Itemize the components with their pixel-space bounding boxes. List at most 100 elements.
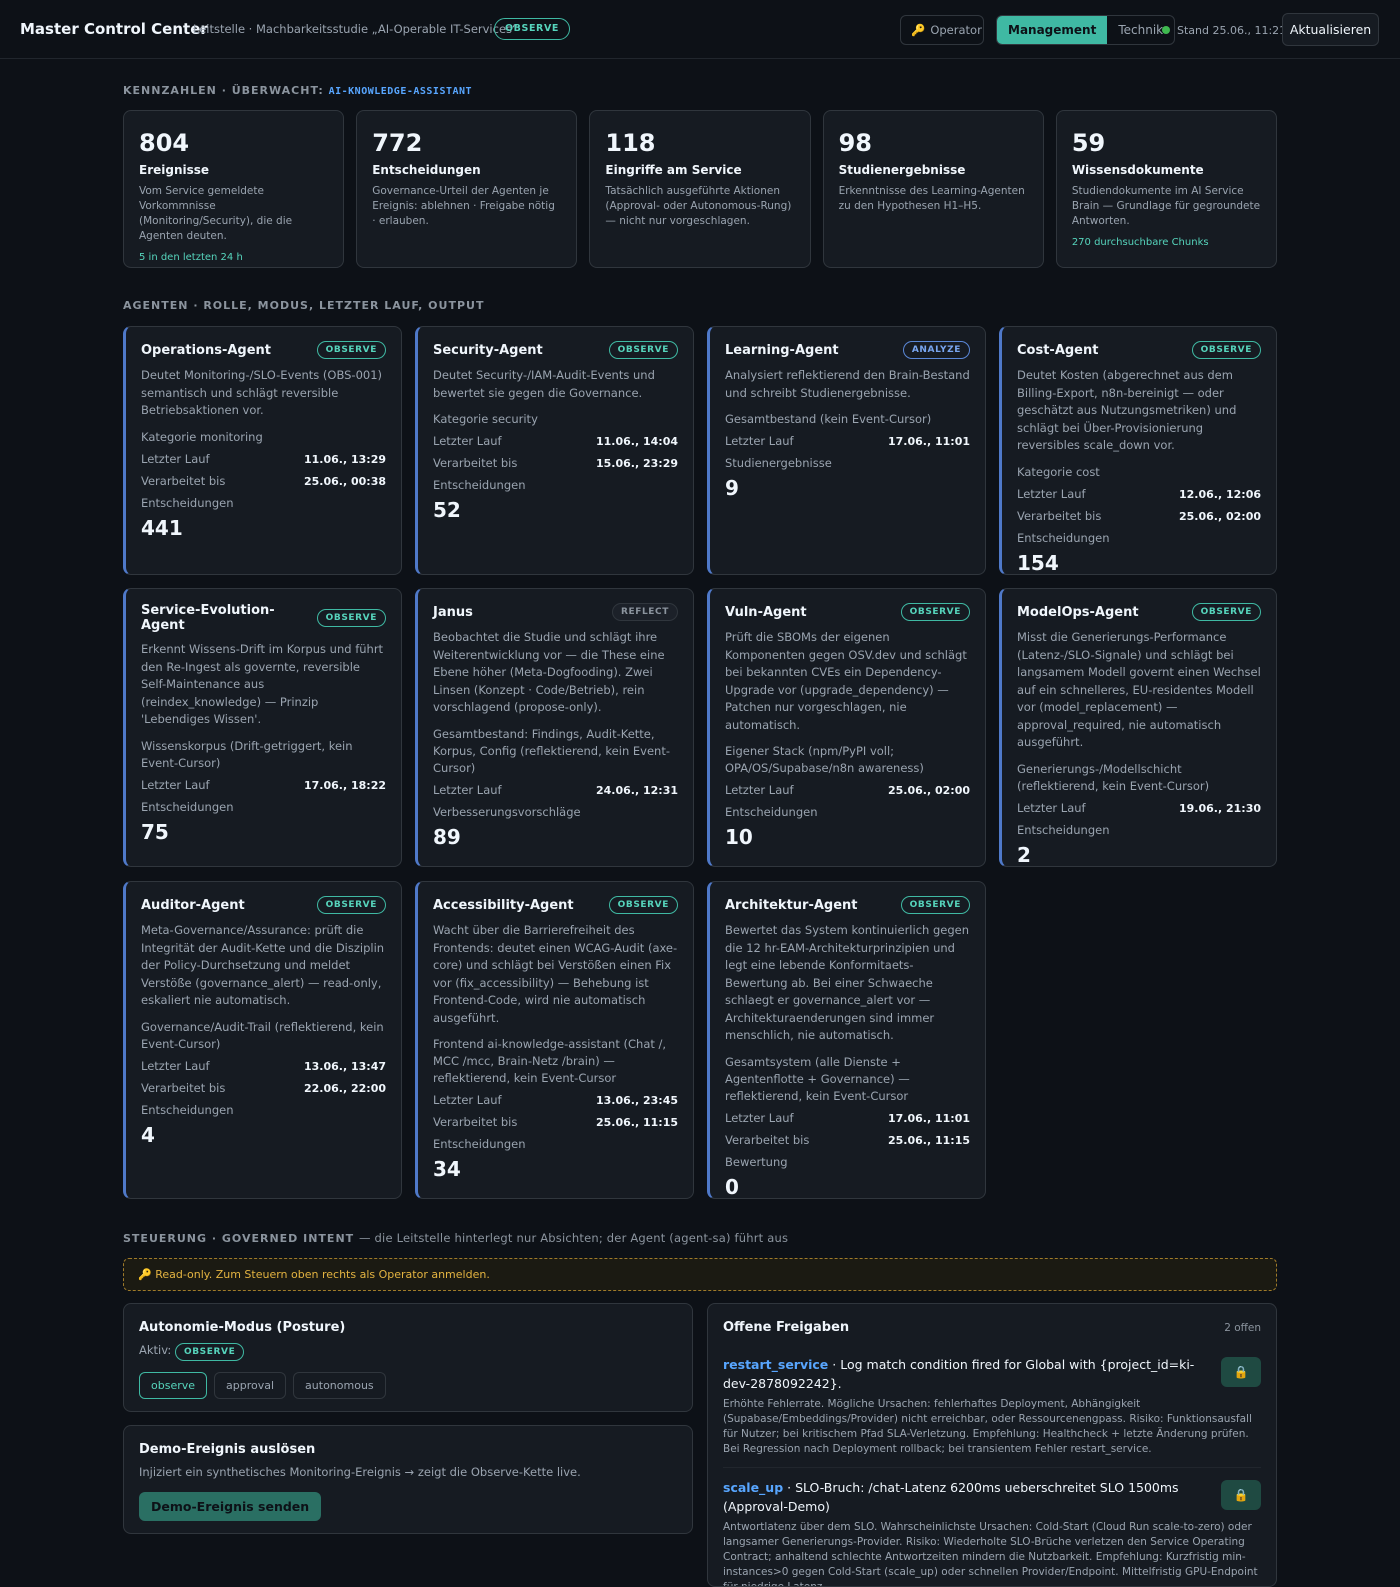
- approval-action: restart_service: [723, 1357, 829, 1372]
- agent-metric-label: Bewertung: [725, 1154, 788, 1169]
- agent-category: Kategorie security: [433, 412, 538, 426]
- agent-category: Eigener Stack (npm/PyPI voll; OPA/OS/Sup…: [725, 744, 924, 775]
- agent-processed-until: Verarbeitet bis 22.06., 22:00: [141, 1080, 386, 1095]
- agent-metric-value: 0: [725, 1174, 739, 1199]
- demo-send-button[interactable]: Demo-Ereignis senden: [139, 1492, 322, 1521]
- posture-active-badge: OBSERVE: [174, 1343, 245, 1361]
- demo-panel: Demo-Ereignis auslösen Injiziert ein syn…: [123, 1425, 693, 1534]
- kpi-card-entscheidungen: 772 Entscheidungen Governance-Urteil der…: [356, 110, 578, 268]
- agent-last-run: Letzter Lauf 17.06., 18:22: [141, 777, 386, 792]
- agent-category: Kategorie cost: [1017, 464, 1100, 479]
- agent-metric-label: Entscheidungen: [141, 495, 234, 510]
- agent-card-cost[interactable]: Cost-Agent OBSERVE Deutet Kosten (abgerec…: [999, 326, 1277, 575]
- agent-metric-label: Entscheidungen: [141, 799, 234, 814]
- approve-lock-button[interactable]: 🔒: [1221, 1480, 1261, 1510]
- agent-card-accessibility[interactable]: Accessibility-Agent OBSERVE Wacht über di…: [415, 881, 694, 1199]
- approval-desc: Antwortlatenz über dem SLO. Wahrscheinli…: [723, 1521, 1258, 1587]
- approval-desc: Erhöhte Fehlerrate. Mögliche Ursachen: f…: [723, 1398, 1252, 1455]
- status-text: Stand 25.06., 11:21: [1177, 24, 1287, 37]
- kpi-value: 98: [838, 129, 873, 157]
- tab-management[interactable]: Management: [997, 16, 1108, 44]
- kpi-desc: Erkenntnisse des Learning-Agenten zu den…: [838, 185, 1025, 212]
- kpi-card-studienergebnisse: 98 Studienergebnisse Erkenntnisse des Le…: [822, 110, 1044, 268]
- agent-processed-until: Verarbeitet bis 25.06., 02:00: [1017, 508, 1261, 523]
- kpi-value: 59: [1071, 129, 1106, 157]
- kpi-card-eingriffe: 118 Eingriffe am Service Tatsächlich aus…: [589, 110, 811, 268]
- posture-panel: Autonomie-Modus (Posture) Aktiv: OBSERVE…: [123, 1303, 693, 1412]
- control-label-text: Steuerung · Governed Intent: [123, 1232, 355, 1245]
- agent-mode-badge: REFLECT: [611, 603, 678, 621]
- demo-desc: Injiziert ein synthetisches Monitoring-E…: [139, 1465, 581, 1479]
- agent-metric-value: 4: [141, 1122, 155, 1147]
- agent-metric-value: 34: [433, 1157, 461, 1181]
- agent-processed-until: Verarbeitet bis 25.06., 11:15: [725, 1132, 970, 1147]
- agent-card-janus[interactable]: Janus REFLECT Beobachtet die Studie und s…: [415, 588, 694, 867]
- agent-metric-value: 89: [433, 824, 461, 849]
- agent-last-run: Letzter Lauf 17.06., 11:01: [725, 434, 970, 448]
- posture-option-autonomous[interactable]: autonomous: [293, 1372, 386, 1399]
- agent-name: Operations-Agent: [141, 342, 271, 358]
- agent-desc: Beobachtet die Studie und schlägt ihre W…: [433, 630, 665, 714]
- agent-metric-label: Entscheidungen: [141, 1102, 234, 1117]
- app-title: Master Control Center: [20, 20, 208, 38]
- refresh-button[interactable]: Aktualisieren: [1282, 13, 1379, 46]
- agent-processed-until: Verarbeitet bis 25.06., 11:15: [433, 1115, 678, 1129]
- agent-processed-until: Verarbeitet bis 15.06., 23:29: [433, 456, 678, 470]
- agent-card-operations[interactable]: Operations-Agent OBSERVE Deutet Monitorin…: [123, 326, 402, 575]
- agent-desc: Meta-Governance/Assurance: prüft die Int…: [141, 923, 385, 1007]
- approval-item: scale_up · SLO-Bruch: /chat-Latenz 6200m…: [723, 1468, 1261, 1587]
- kpi-card-wissensdokumente: 59 Wissensdokumente Studiendokumente im …: [1055, 110, 1278, 268]
- agent-desc: Bewertet das System kontinuierlich gegen…: [725, 923, 970, 1042]
- agent-card-architektur[interactable]: Architektur-Agent OBSERVE Bewertet das Sy…: [707, 881, 986, 1199]
- posture-options: observe approval autonomous: [139, 1372, 677, 1399]
- agent-name: Learning-Agent: [725, 342, 839, 358]
- agent-metric-label: Entscheidungen: [1017, 822, 1110, 837]
- agent-desc: Deutet Security-/IAM-Audit-Events und be…: [433, 368, 655, 400]
- posture-option-approval[interactable]: approval: [214, 1372, 287, 1399]
- agent-card-service-evolution[interactable]: Service-Evolution-Agent OBSERVE Erkennt W…: [123, 588, 402, 867]
- agent-card-learning[interactable]: Learning-Agent ANALYZE Analysiert reflekt…: [707, 326, 986, 575]
- agent-name: Security-Agent: [433, 342, 543, 358]
- agent-card-modelops[interactable]: ModelOps-Agent OBSERVE Misst die Generier…: [999, 588, 1277, 867]
- agent-category: Frontend ai-knowledge-assistant (Chat /,…: [433, 1037, 667, 1085]
- approvals-title: Offene Freigaben: [723, 1320, 850, 1335]
- agent-card-auditor[interactable]: Auditor-Agent OBSERVE Meta-Governance/Ass…: [123, 881, 402, 1199]
- agents-section-label: Agenten · Rolle, Modus, letzter Lauf, Ou…: [123, 299, 485, 312]
- kpi-value: 772: [372, 129, 423, 157]
- kpi-label-text: Kennzahlen · Überwacht:: [123, 84, 324, 97]
- lock-icon: 🔒: [1233, 1488, 1249, 1502]
- agent-metric-label: Studienergebnisse: [725, 456, 832, 470]
- agent-last-run: Letzter Lauf 24.06., 12:31: [433, 782, 678, 797]
- agent-card-security[interactable]: Security-Agent OBSERVE Deutet Security-/I…: [415, 326, 694, 575]
- agent-category: Gesamtbestand (kein Event-Cursor): [725, 412, 932, 426]
- key-icon: 🔑: [138, 1268, 152, 1281]
- posture-option-observe[interactable]: observe: [139, 1372, 208, 1399]
- readonly-notice: 🔑 Read-only. Zum Steuern oben rechts als…: [123, 1258, 1277, 1291]
- kpi-title: Studienergebnisse: [838, 163, 966, 177]
- agent-category: Gesamtsystem (alle Dienste + Agentenflot…: [725, 1054, 910, 1103]
- agent-last-run: Letzter Lauf 19.06., 21:30: [1017, 800, 1261, 815]
- agent-metric-value: 441: [141, 515, 183, 540]
- agent-name: Architektur-Agent: [725, 897, 858, 913]
- approvals-count: 2 offen: [1224, 1321, 1261, 1334]
- agent-metric-value: 10: [725, 825, 753, 849]
- agent-metric-value: 9: [725, 476, 739, 500]
- agent-name: Janus: [433, 604, 473, 620]
- approvals-panel: Offene Freigaben 2 offen restart_service…: [707, 1303, 1277, 1587]
- agent-desc: Deutet Monitoring-/SLO-Events (OBS-001) …: [141, 368, 383, 417]
- mode-badge: OBSERVE: [494, 18, 571, 40]
- agent-card-vuln[interactable]: Vuln-Agent OBSERVE Prüft die SBOMs der ei…: [707, 588, 986, 867]
- kpi-desc: Vom Service gemeldete Vorkommnisse (Moni…: [139, 185, 293, 242]
- lock-icon: 🔒: [1233, 1365, 1249, 1379]
- kpi-foot: 5 in den letzten 24 h: [139, 252, 243, 263]
- agent-last-run: Letzter Lauf 11.06., 14:04: [433, 434, 678, 448]
- approval-action: scale_up: [723, 1480, 784, 1495]
- kpi-card-ereignisse: 804 Ereignisse Vom Service gemeldete Vor…: [123, 110, 345, 268]
- operator-label: Operator: [930, 23, 982, 37]
- agent-desc: Analysiert reflektierend den Brain-Besta…: [725, 368, 970, 400]
- operator-login-button[interactable]: 🔑 Operator: [900, 15, 984, 45]
- agent-last-run: Letzter Lauf 12.06., 12:06: [1017, 486, 1261, 501]
- agent-last-run: Letzter Lauf 13.06., 23:45: [433, 1093, 678, 1107]
- top-bar: Master Control Center Leitstelle · Machb…: [0, 0, 1400, 59]
- approve-lock-button[interactable]: 🔒: [1221, 1357, 1261, 1387]
